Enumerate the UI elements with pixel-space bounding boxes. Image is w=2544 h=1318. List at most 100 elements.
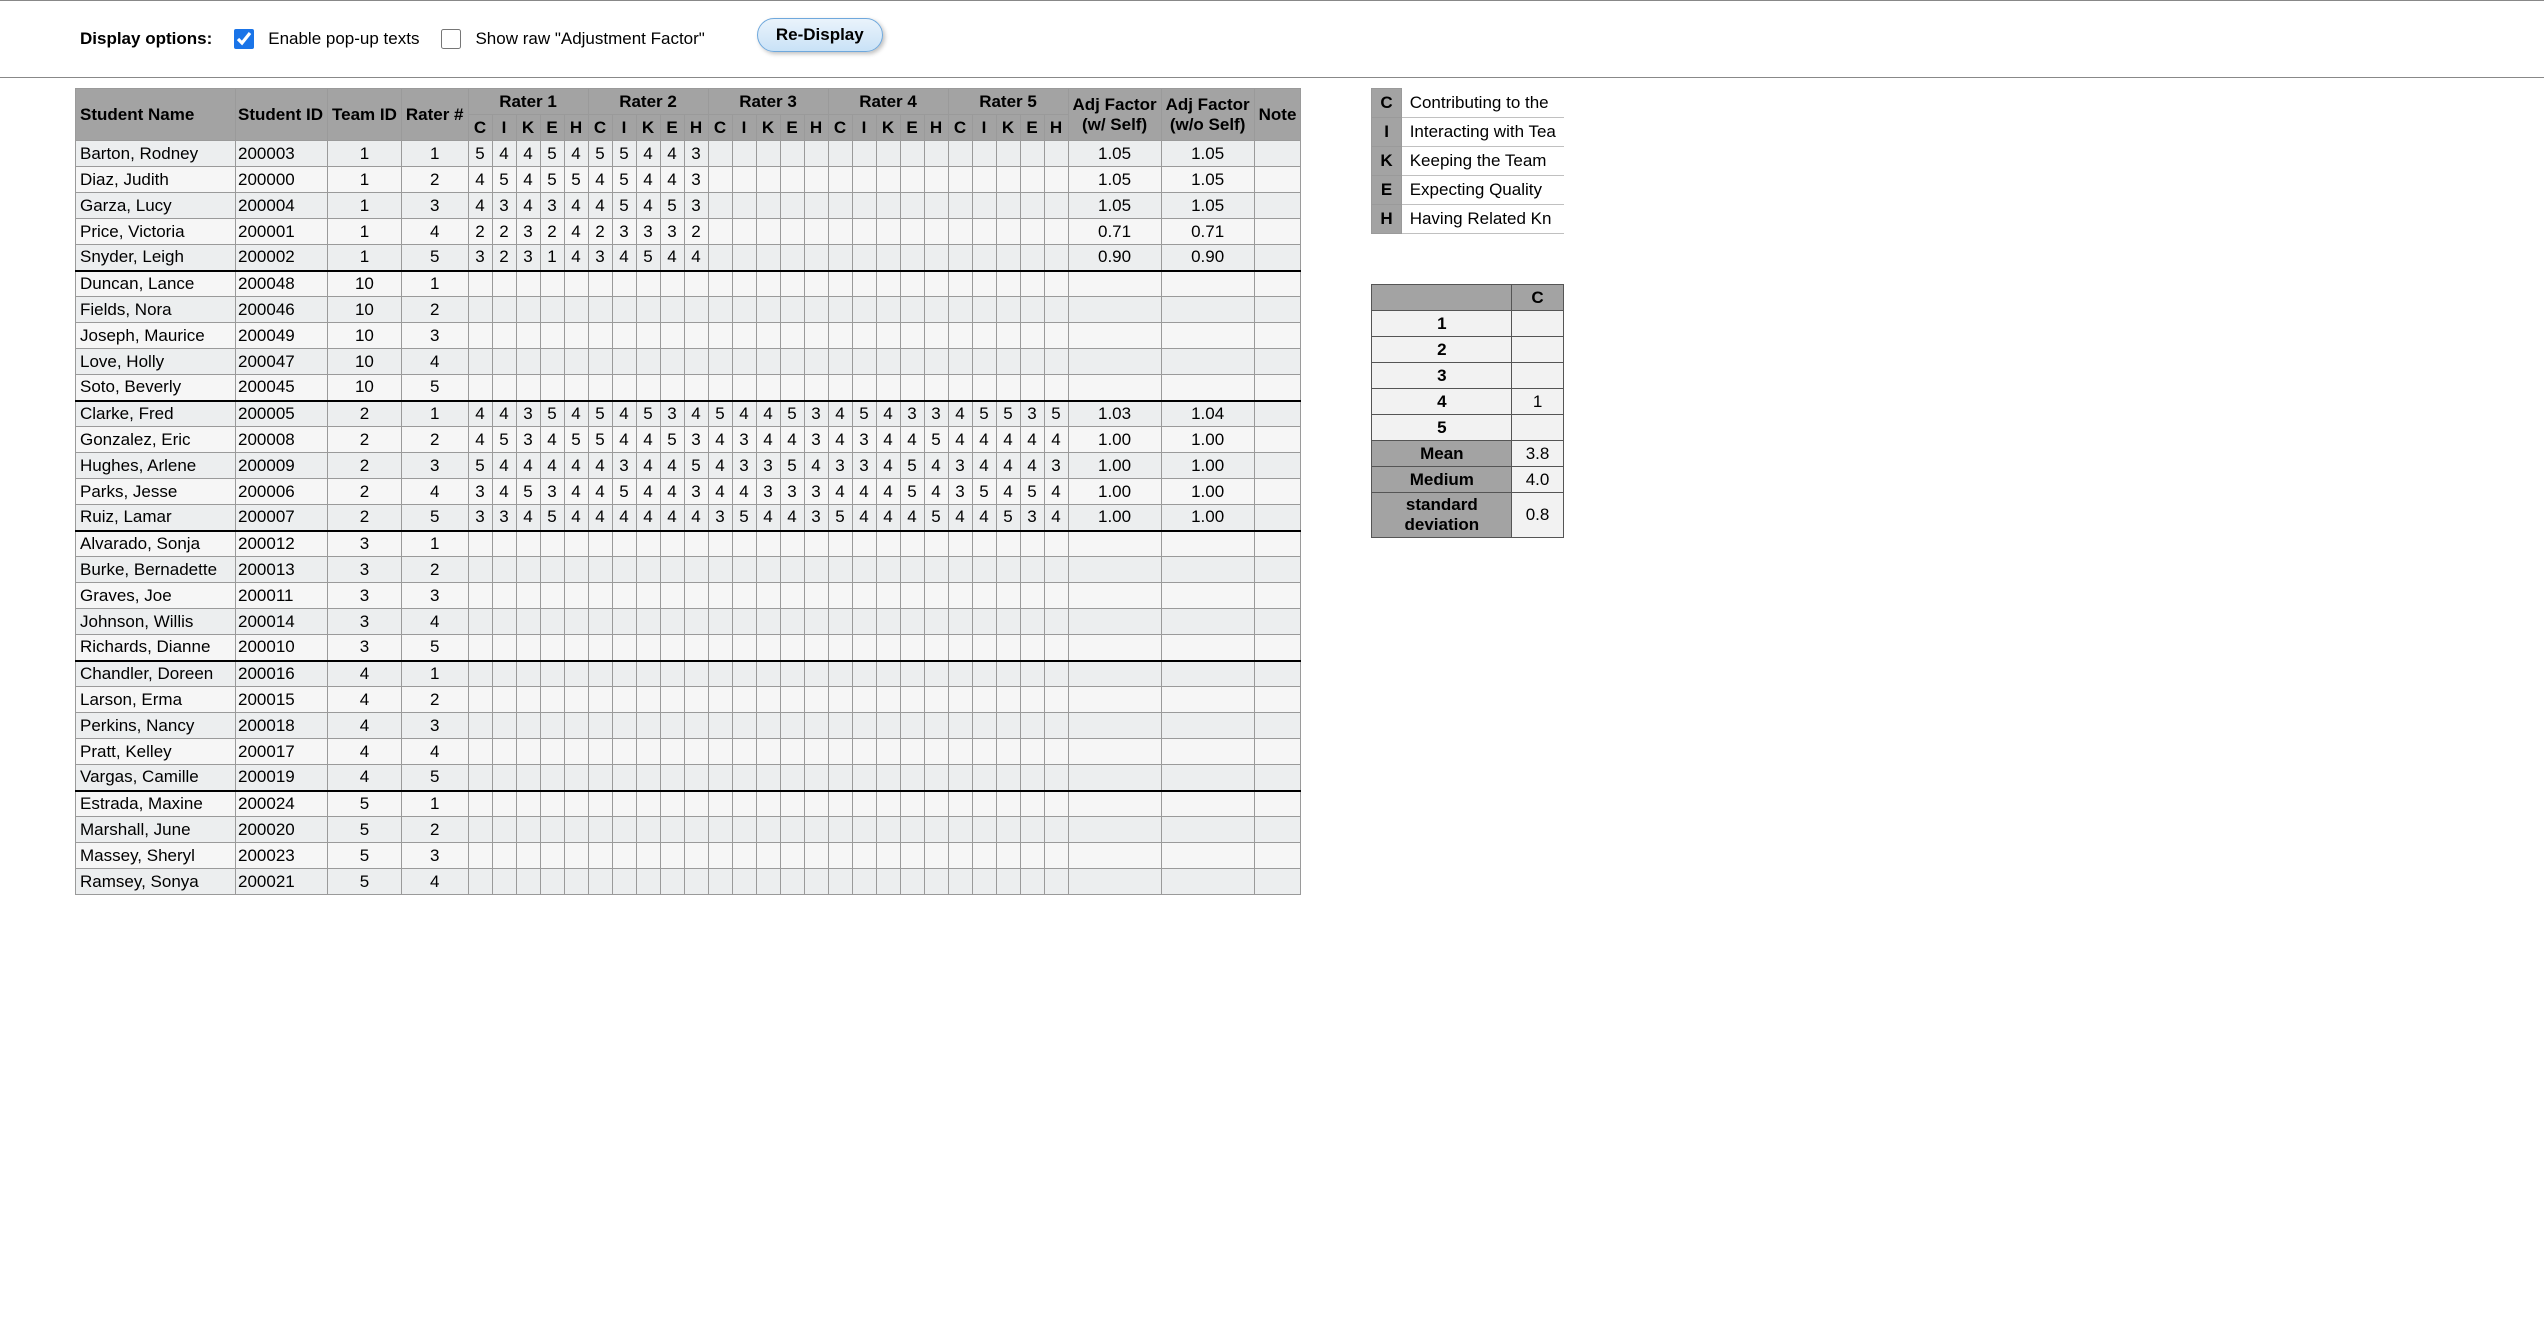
cell-score: [900, 323, 924, 349]
cell-score: [708, 869, 732, 895]
cell-score: [564, 349, 588, 375]
cell-score: [924, 843, 948, 869]
cell-student-id: 200024: [236, 791, 328, 817]
cell-score: 1: [540, 245, 564, 271]
cell-score: [996, 141, 1020, 167]
cell-score: [660, 635, 684, 661]
cell-score: [996, 167, 1020, 193]
cell-score: [828, 817, 852, 843]
cell-score: 4: [516, 167, 540, 193]
cell-score: 4: [636, 167, 660, 193]
cell-score: [948, 323, 972, 349]
table-row: Clarke, Fred2000052144354545345445345433…: [76, 401, 1301, 427]
cell-score: [756, 193, 780, 219]
cell-team-id: 5: [328, 843, 402, 869]
cell-score: [876, 271, 900, 297]
cell-score: [996, 661, 1020, 687]
cell-score: 4: [900, 505, 924, 531]
cell-score: 4: [636, 427, 660, 453]
cell-score: 3: [468, 479, 492, 505]
header-cikeh-E: E: [660, 115, 684, 141]
cell-score: [972, 557, 996, 583]
table-row: Larson, Erma20001542: [76, 687, 1301, 713]
cell-score: [564, 713, 588, 739]
cell-score: [732, 245, 756, 271]
cell-score: [612, 713, 636, 739]
cell-score: [612, 557, 636, 583]
cell-score: 4: [588, 167, 612, 193]
cell-score: [468, 323, 492, 349]
show-raw-label: Show raw "Adjustment Factor": [475, 29, 704, 49]
cell-score: [852, 297, 876, 323]
cell-score: [828, 297, 852, 323]
cell-score: [492, 843, 516, 869]
cell-score: 4: [780, 427, 804, 453]
cell-rater-num: 3: [401, 843, 468, 869]
cell-score: [684, 375, 708, 401]
cell-score: [492, 661, 516, 687]
header-cikeh-I: I: [732, 115, 756, 141]
table-row: Price, Victoria2000011422324233320.710.7…: [76, 219, 1301, 245]
cell-score: 3: [492, 505, 516, 531]
cell-score: [828, 661, 852, 687]
cell-score: [1044, 323, 1068, 349]
cell-score: [876, 791, 900, 817]
cell-score: [708, 193, 732, 219]
cell-score: [732, 765, 756, 791]
cell-score: [876, 713, 900, 739]
cell-score: [780, 323, 804, 349]
cell-score: [636, 817, 660, 843]
cell-score: 4: [876, 401, 900, 427]
cell-score: [708, 141, 732, 167]
cell-score: [780, 297, 804, 323]
cell-score: [924, 167, 948, 193]
header-rater-group-1: Rater 1: [468, 89, 588, 115]
enable-popups-option[interactable]: Enable pop-up texts: [234, 29, 419, 49]
header-student-name: Student Name: [76, 89, 236, 141]
header-cikeh-H: H: [564, 115, 588, 141]
cell-score: [780, 843, 804, 869]
cell-score: [924, 687, 948, 713]
header-cikeh-H: H: [924, 115, 948, 141]
cell-adj-wo-self: 1.00: [1161, 479, 1254, 505]
cell-score: [588, 791, 612, 817]
cell-score: [1044, 843, 1068, 869]
cell-score: [828, 245, 852, 271]
cell-score: 4: [588, 453, 612, 479]
cell-score: 5: [564, 427, 588, 453]
enable-popups-checkbox[interactable]: [234, 29, 254, 49]
cell-score: [780, 791, 804, 817]
cell-score: 4: [660, 505, 684, 531]
cell-student-name: Gonzalez, Eric: [76, 427, 236, 453]
cell-score: 3: [540, 479, 564, 505]
cell-score: [540, 609, 564, 635]
cell-score: [540, 557, 564, 583]
cell-rater-num: 4: [401, 349, 468, 375]
cell-rater-num: 4: [401, 609, 468, 635]
cell-score: [900, 635, 924, 661]
stats-summary-label: Mean: [1372, 441, 1512, 467]
cell-score: [900, 557, 924, 583]
cell-team-id: 1: [328, 141, 402, 167]
header-cikeh-E: E: [780, 115, 804, 141]
cell-student-id: 200012: [236, 531, 328, 557]
cell-score: [900, 193, 924, 219]
redisplay-button[interactable]: Re-Display: [757, 18, 883, 52]
cell-score: [900, 791, 924, 817]
header-cikeh-C: C: [588, 115, 612, 141]
cell-score: [780, 245, 804, 271]
cell-score: [468, 843, 492, 869]
cell-score: [636, 843, 660, 869]
stats-col-header: C: [1512, 285, 1564, 311]
cell-score: [900, 375, 924, 401]
cell-score: [996, 349, 1020, 375]
cell-adj-wo-self: [1161, 739, 1254, 765]
cell-score: 4: [948, 505, 972, 531]
cell-score: [900, 349, 924, 375]
show-raw-checkbox[interactable]: [441, 29, 461, 49]
cell-score: [612, 323, 636, 349]
cell-score: [900, 141, 924, 167]
cell-student-name: Richards, Dianne: [76, 635, 236, 661]
show-raw-option[interactable]: Show raw "Adjustment Factor": [441, 29, 704, 49]
cell-team-id: 3: [328, 635, 402, 661]
